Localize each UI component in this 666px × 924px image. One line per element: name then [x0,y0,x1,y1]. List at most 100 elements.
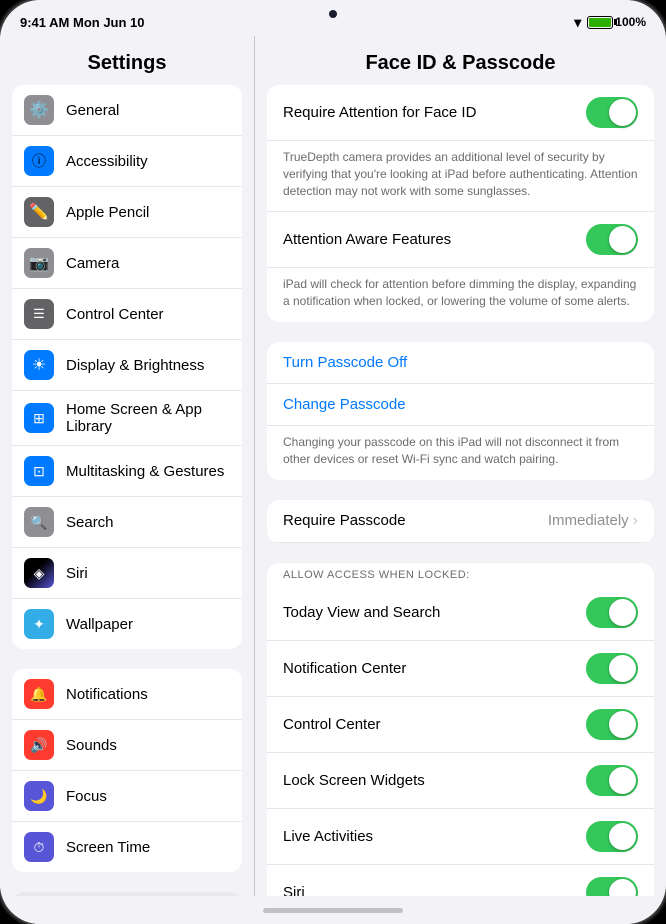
sidebar-item-multitasking[interactable]: ⊡ Multitasking & Gestures [12,446,242,497]
home-bar [263,908,403,913]
live-activities-toggle[interactable] [586,821,638,852]
today-view-toggle[interactable] [586,597,638,628]
access-locked-group: ALLOW ACCESS WHEN LOCKED: Today View and… [267,563,654,896]
status-right: ▾ 100% [574,14,646,31]
main-content: Settings ⚙️ General ⓘ Accessibility ✏️ A… [0,36,666,896]
notifications-icon: 🔔 [24,679,54,709]
require-passcode-value: Immediately › [548,512,638,530]
sidebar-title: Settings [0,36,254,85]
sidebar-item-notifications[interactable]: 🔔 Notifications [12,669,242,720]
control-center-icon: ☰ [24,299,54,329]
live-activities-row: Live Activities [267,809,654,865]
camera-label: Camera [66,255,230,272]
require-attention-label: Require Attention for Face ID [283,104,586,121]
battery-fill [589,18,611,27]
sidebar-item-camera[interactable]: 📷 Camera [12,238,242,289]
siri-locked-row: Siri [267,865,654,896]
today-view-label: Today View and Search [283,604,586,621]
status-bar: 9:41 AM Mon Jun 10 ▾ 100% [0,0,666,36]
lock-screen-widgets-row: Lock Screen Widgets [267,753,654,809]
require-passcode-group: Require Passcode Immediately › [267,500,654,543]
sidebar-item-accessibility[interactable]: ⓘ Accessibility [12,136,242,187]
multitasking-label: Multitasking & Gestures [66,463,230,480]
control-center-locked-toggle[interactable] [586,709,638,740]
sidebar-item-face-id[interactable]: 👤 Face ID & Passcode [12,892,242,896]
status-time: 9:41 AM Mon Jun 10 [20,15,145,30]
screen-time-label: Screen Time [66,839,230,856]
sidebar: Settings ⚙️ General ⓘ Accessibility ✏️ A… [0,36,255,896]
screen-time-icon: ⏱ [24,832,54,862]
notification-center-row: Notification Center [267,641,654,697]
general-label: General [66,102,230,119]
attention-group: Require Attention for Face ID TrueDepth … [267,85,654,322]
access-locked-header: ALLOW ACCESS WHEN LOCKED: [267,563,654,585]
focus-icon: 🌙 [24,781,54,811]
passcode-group: Turn Passcode Off Change Passcode Changi… [267,342,654,480]
home-screen-label: Home Screen & App Library [66,401,230,435]
accessibility-label: Accessibility [66,153,230,170]
apple-pencil-icon: ✏️ [24,197,54,227]
search-label: Search [66,514,230,531]
right-panel-title: Face ID & Passcode [255,36,666,85]
today-view-row: Today View and Search [267,585,654,641]
focus-label: Focus [66,788,230,805]
sidebar-item-wallpaper[interactable]: ✦ Wallpaper [12,599,242,649]
right-panel: Face ID & Passcode Require Attention for… [255,36,666,896]
notification-center-label: Notification Center [283,660,586,677]
apple-pencil-label: Apple Pencil [66,204,230,221]
siri-icon: ◈ [24,558,54,588]
control-center-locked-label: Control Center [283,716,586,733]
attention-aware-label: Attention Aware Features [283,231,586,248]
sounds-icon: 🔊 [24,730,54,760]
home-indicator [0,896,666,924]
require-passcode-row[interactable]: Require Passcode Immediately › [267,500,654,543]
battery-percent: 100% [615,15,646,29]
sidebar-group-2: 🔔 Notifications 🔊 Sounds 🌙 Focus ⏱ Scree… [12,669,242,872]
wallpaper-icon: ✦ [24,609,54,639]
turn-passcode-off-link[interactable]: Turn Passcode Off [267,342,654,384]
display-brightness-icon: ☀ [24,350,54,380]
live-activities-label: Live Activities [283,828,586,845]
battery-indicator: 100% [587,15,646,29]
multitasking-icon: ⊡ [24,456,54,486]
sidebar-item-control-center[interactable]: ☰ Control Center [12,289,242,340]
battery-icon [587,16,613,29]
sidebar-item-search[interactable]: 🔍 Search [12,497,242,548]
sidebar-group-3: 👤 Face ID & Passcode 🤚 Privacy & Securit… [12,892,242,896]
change-passcode-link[interactable]: Change Passcode [267,384,654,426]
require-attention-knob [609,99,636,126]
require-attention-row: Require Attention for Face ID [267,85,654,141]
display-brightness-label: Display & Brightness [66,357,230,374]
require-attention-desc: TrueDepth camera provides an additional … [267,141,654,212]
sidebar-item-home-screen[interactable]: ⊞ Home Screen & App Library [12,391,242,446]
require-passcode-label: Require Passcode [283,512,548,529]
chevron-right-icon: › [633,512,638,530]
sidebar-item-focus[interactable]: 🌙 Focus [12,771,242,822]
require-attention-toggle[interactable] [586,97,638,128]
camera-icon: 📷 [24,248,54,278]
sidebar-item-general[interactable]: ⚙️ General [12,85,242,136]
lock-screen-widgets-label: Lock Screen Widgets [283,772,586,789]
search-icon: 🔍 [24,507,54,537]
siri-label: Siri [66,565,230,582]
notifications-label: Notifications [66,686,230,703]
accessibility-icon: ⓘ [24,146,54,176]
siri-locked-label: Siri [283,884,586,896]
attention-aware-knob [609,226,636,253]
notification-center-toggle[interactable] [586,653,638,684]
sidebar-item-display-brightness[interactable]: ☀ Display & Brightness [12,340,242,391]
siri-locked-toggle[interactable] [586,877,638,896]
lock-screen-widgets-toggle[interactable] [586,765,638,796]
home-screen-icon: ⊞ [24,403,54,433]
wallpaper-label: Wallpaper [66,616,230,633]
passcode-desc: Changing your passcode on this iPad will… [267,426,654,480]
ipad-device: 9:41 AM Mon Jun 10 ▾ 100% Settings ⚙️ Ge… [0,0,666,924]
general-icon: ⚙️ [24,95,54,125]
attention-aware-desc: iPad will check for attention before dim… [267,268,654,322]
sidebar-item-siri[interactable]: ◈ Siri [12,548,242,599]
sidebar-item-screen-time[interactable]: ⏱ Screen Time [12,822,242,872]
sounds-label: Sounds [66,737,230,754]
attention-aware-toggle[interactable] [586,224,638,255]
sidebar-item-sounds[interactable]: 🔊 Sounds [12,720,242,771]
sidebar-item-apple-pencil[interactable]: ✏️ Apple Pencil [12,187,242,238]
